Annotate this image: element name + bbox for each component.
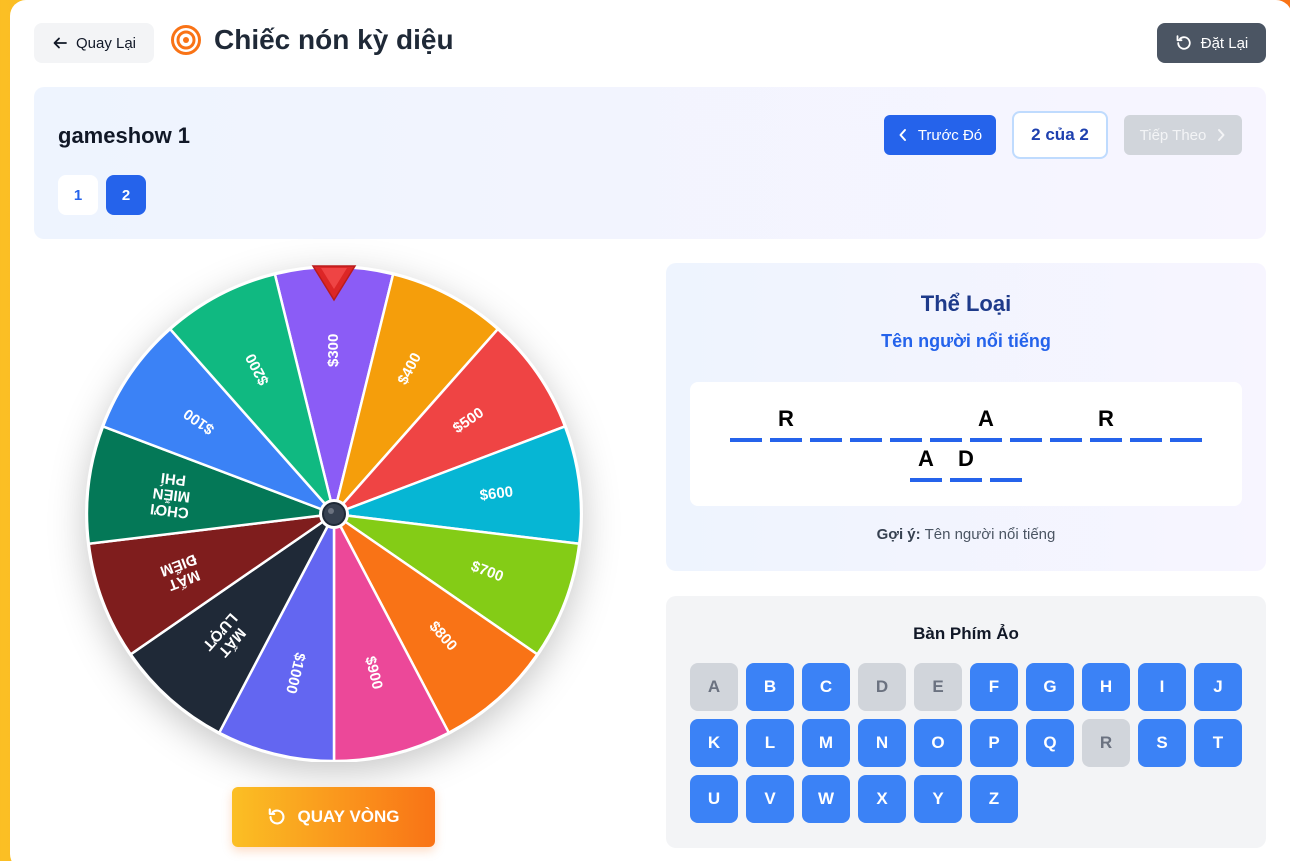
hint-label: Gợi ý: — [876, 526, 921, 543]
page-header: Chiếc nón kỳ diệu — [170, 24, 454, 56]
puzzle-tile-hidden — [890, 406, 922, 442]
key-t[interactable]: T — [1194, 719, 1242, 767]
back-button-label: Quay Lại — [75, 34, 137, 52]
puzzle-row: RAR — [690, 406, 1242, 442]
key-v[interactable]: V — [746, 775, 794, 823]
key-y[interactable]: Y — [914, 775, 962, 823]
keyboard-title: Bàn Phím Ảo — [913, 624, 1019, 643]
back-button[interactable]: Quay Lại — [34, 23, 154, 63]
key-d: D — [858, 663, 906, 711]
key-f[interactable]: F — [970, 663, 1018, 711]
key-z[interactable]: Z — [970, 775, 1018, 823]
puzzle-row: AD — [690, 446, 1242, 482]
reset-button-label: Đặt Lại — [1200, 34, 1249, 52]
hint-value: Tên người nổi tiếng — [924, 526, 1056, 543]
rotate-ccw-icon — [1176, 35, 1191, 50]
key-w[interactable]: W — [802, 775, 850, 823]
game-panel: gameshow 1 1 2 Trước Đó 2 của 2 Tiếp The… — [34, 87, 1266, 239]
spin-button[interactable]: QUAY VÒNG — [232, 787, 435, 847]
chevron-right-icon — [1218, 129, 1225, 141]
key-j[interactable]: J — [1194, 663, 1242, 711]
wheel-hub-shine — [328, 508, 334, 514]
key-o[interactable]: O — [914, 719, 962, 767]
puzzle-tile-hidden — [1050, 406, 1082, 442]
puzzle-tile-hidden — [810, 406, 842, 442]
virtual-keyboard: Bàn Phím Ảo ABCDEFGHIJ KLMNOPQRST UVWXYZ — [666, 596, 1266, 848]
rotate-ccw-icon — [269, 808, 285, 825]
key-k[interactable]: K — [690, 719, 738, 767]
category-heading: Thể Loại — [920, 291, 1012, 316]
key-q[interactable]: Q — [1026, 719, 1074, 767]
puzzle-tile-revealed: A — [970, 406, 1002, 442]
key-i[interactable]: I — [1138, 663, 1186, 711]
game-name: gameshow 1 — [58, 123, 191, 148]
next-button-label: Tiếp Theo — [1139, 126, 1207, 144]
key-s[interactable]: S — [1138, 719, 1186, 767]
key-c[interactable]: C — [802, 663, 850, 711]
round-pill-2[interactable]: 2 — [106, 175, 146, 215]
key-n[interactable]: N — [858, 719, 906, 767]
key-a: A — [690, 663, 738, 711]
segment-label-text: $300 — [325, 334, 342, 367]
puzzle-tile-hidden — [990, 446, 1022, 482]
puzzle-tile-revealed: A — [910, 446, 942, 482]
target-icon — [171, 25, 201, 55]
puzzle-tile-hidden — [1010, 406, 1042, 442]
key-b[interactable]: B — [746, 663, 794, 711]
key-l[interactable]: L — [746, 719, 794, 767]
hint-text: Gợi ý: Tên người nổi tiếng — [666, 526, 1266, 543]
puzzle-tile-hidden — [1170, 406, 1202, 442]
previous-button-label: Trước Đó — [917, 126, 983, 144]
wheel-graphic: $300 $400$500$600$700$800$900$1000MẤTLƯỢT… — [85, 265, 583, 762]
next-button[interactable]: Tiếp Theo — [1124, 115, 1242, 155]
puzzle-tile-hidden — [850, 406, 882, 442]
wheel-segment-label: $300 — [325, 334, 342, 367]
category-panel: Thể Loại Tên người nổi tiếng R A R AD Gợi … — [666, 263, 1266, 571]
key-m[interactable]: M — [802, 719, 850, 767]
chevron-left-icon — [899, 129, 906, 141]
puzzle-tile-revealed: R — [770, 406, 802, 442]
puzzle-tile-revealed: D — [950, 446, 982, 482]
key-r: R — [1082, 719, 1130, 767]
puzzle-board: R A R AD — [690, 382, 1242, 506]
prize-wheel[interactable]: $300 $400 $500 $600 $700 $800 $900 $1000 MẤTLƯỢT… — [84, 262, 584, 762]
keyboard-keys: ABCDEFGHIJ KLMNOPQRST UVWXYZ — [690, 663, 1242, 823]
key-x[interactable]: X — [858, 775, 906, 823]
round-counter: 2 của 2 — [1012, 111, 1108, 159]
puzzle-tile-hidden — [1130, 406, 1162, 442]
key-g[interactable]: G — [1026, 663, 1074, 711]
key-h[interactable]: H — [1082, 663, 1130, 711]
page-title: Chiếc nón kỳ diệu — [214, 24, 454, 55]
key-u[interactable]: U — [690, 775, 738, 823]
reset-button[interactable]: Đặt Lại — [1157, 23, 1266, 63]
arrow-left-icon — [53, 37, 67, 49]
spin-button-label: QUAY VÒNG — [297, 807, 400, 826]
round-pill-1[interactable]: 1 — [58, 175, 98, 215]
puzzle-tile-hidden — [930, 406, 962, 442]
category-name: Tên người nổi tiếng — [881, 331, 1051, 351]
wheel-hub — [322, 502, 346, 526]
previous-button[interactable]: Trước Đó — [884, 115, 996, 155]
key-p[interactable]: P — [970, 719, 1018, 767]
key-e: E — [914, 663, 962, 711]
puzzle-tile-hidden — [730, 406, 762, 442]
puzzle-tile-revealed: R — [1090, 406, 1122, 442]
